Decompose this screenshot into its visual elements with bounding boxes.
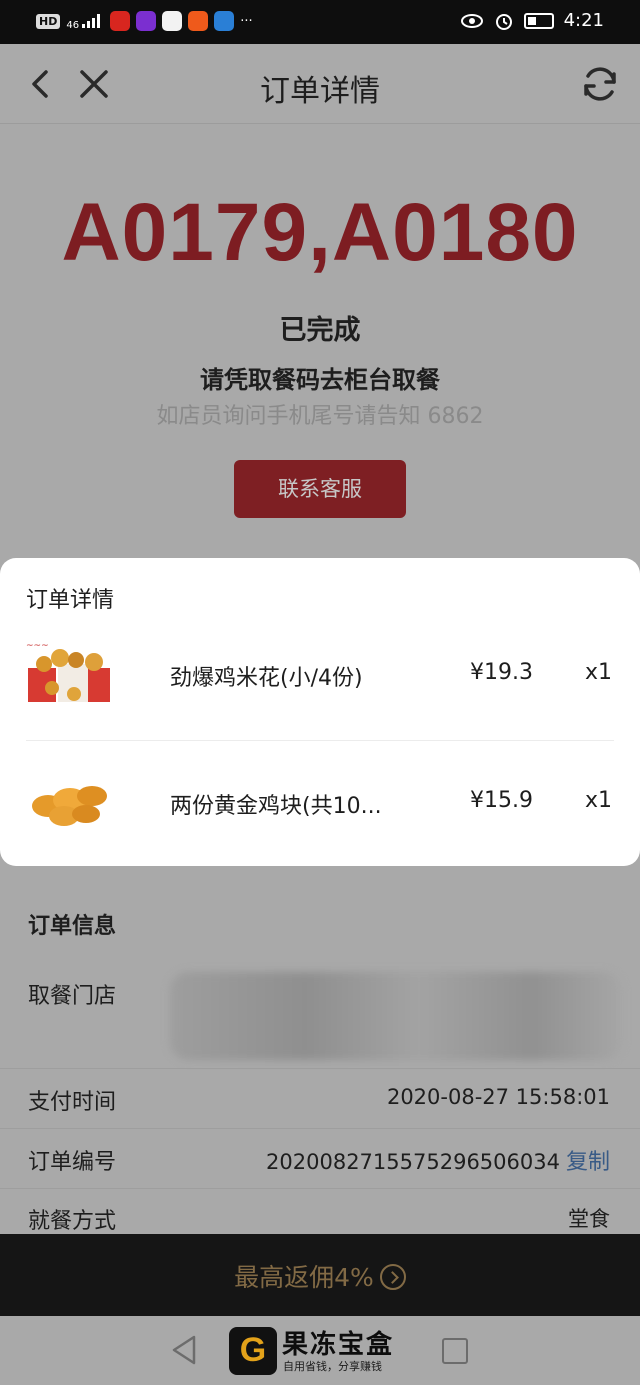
promo-bar[interactable]: 最高返佣4% — [0, 1234, 640, 1316]
contact-service-button[interactable]: 联系客服 — [234, 460, 406, 518]
watermark-name: 果冻宝盒 — [282, 1330, 395, 1360]
row-divider — [0, 1068, 640, 1069]
order-items-card: 订单详情 ~~~ 劲爆鸡米花(小/4份) ¥19.3 x1 两份黄金鸡块(共10… — [0, 558, 640, 866]
nav-recents-icon[interactable] — [442, 1338, 468, 1364]
row-divider — [0, 1128, 640, 1129]
baidu-app-icon — [162, 11, 183, 31]
list-item[interactable]: ~~~ 劲爆鸡米花(小/4份) ¥19.3 x1 — [0, 618, 640, 738]
video-app-icon — [136, 11, 157, 31]
promo-text: 最高返佣4% — [234, 1263, 374, 1292]
order-number-label: 订单编号 — [28, 1150, 117, 1175]
item-divider — [26, 740, 614, 741]
store-label: 取餐门店 — [28, 984, 117, 1009]
pickup-hint: 请凭取餐码去柜台取餐 — [200, 366, 440, 394]
svg-text:~~~: ~~~ — [26, 641, 49, 651]
watermark-slogan: 自用省钱，分享赚钱 — [283, 1360, 382, 1373]
row-divider — [0, 1188, 640, 1189]
browser-app-icon — [214, 11, 235, 31]
chevron-right-icon — [379, 1264, 406, 1290]
watermark-logo-letter: G — [239, 1331, 267, 1369]
phone-hint: 如店员询问手机尾号请告知 6862 — [156, 404, 484, 429]
more-notifications: ··· — [240, 13, 253, 29]
taobao-app-icon — [188, 11, 209, 31]
popcorn-chicken-image: ~~~ — [26, 641, 110, 702]
refresh-icon[interactable] — [578, 62, 622, 106]
item-quantity: x1 — [584, 660, 612, 685]
battery-icon — [523, 12, 554, 29]
system-nav-bar: G 果冻宝盒 自用省钱，分享赚钱 — [0, 1316, 640, 1385]
store-address-blurred — [170, 972, 622, 1060]
status-bar: HD 46 ··· 4:21 — [0, 0, 640, 44]
dine-mode-label: 就餐方式 — [28, 1209, 117, 1234]
card-title: 订单详情 — [26, 588, 115, 613]
order-number-value: 2020082715575296506034 — [266, 1150, 560, 1174]
item-name: 劲爆鸡米花(小/4份) — [170, 666, 363, 691]
alarm-icon — [495, 13, 512, 30]
promo-content: 最高返佣4% — [0, 1258, 640, 1294]
eye-comfort-icon — [460, 13, 483, 28]
page-title: 订单详情 — [260, 74, 380, 109]
order-number-row: 2020082715575296506034 复制 — [266, 1144, 610, 1176]
list-item[interactable]: 两份黄金鸡块(共10... ¥15.9 x1 — [0, 746, 640, 866]
tmall-app-icon — [110, 11, 131, 31]
order-status: 已完成 — [279, 315, 361, 346]
copy-button[interactable]: 复制 — [566, 1150, 610, 1175]
nav-back-icon[interactable] — [170, 1334, 198, 1366]
item-quantity: x1 — [584, 788, 612, 813]
chicken-nuggets-image — [32, 786, 107, 826]
watermark-logo: G — [229, 1327, 277, 1375]
pay-time-value: 2020-08-27 15:58:01 — [386, 1085, 610, 1109]
order-info-title: 订单信息 — [28, 914, 117, 939]
nav-header: 订单详情 — [0, 44, 640, 124]
signal-icon: 46 — [66, 12, 104, 31]
signal-label: 46 — [66, 19, 80, 31]
clock: 4:21 — [563, 10, 604, 31]
item-price: ¥19.3 — [470, 660, 533, 685]
pickup-code: A0179,A0180 — [61, 187, 579, 278]
hd-indicator: HD — [36, 13, 61, 29]
item-name: 两份黄金鸡块(共10... — [170, 794, 382, 819]
item-price: ¥15.9 — [470, 788, 533, 813]
pay-time-label: 支付时间 — [28, 1090, 117, 1115]
dine-mode-value: 堂食 — [568, 1207, 610, 1231]
